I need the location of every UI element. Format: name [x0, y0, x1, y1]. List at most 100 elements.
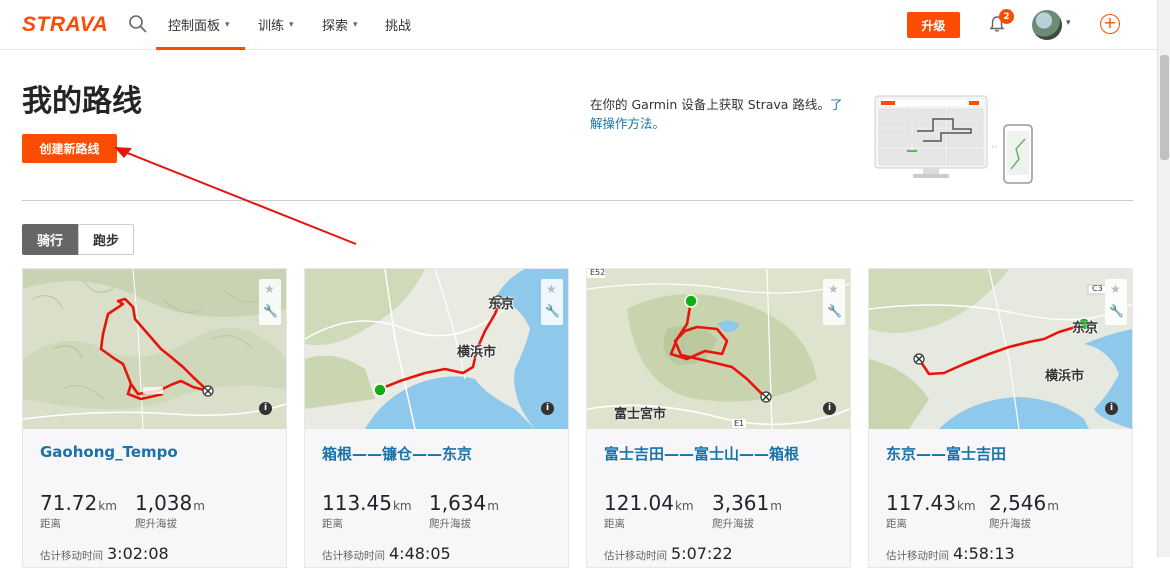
nav-explore-label: 探索: [322, 19, 349, 34]
chevron-down-icon: ▾: [225, 19, 230, 30]
chevron-down-icon: ▾: [353, 19, 358, 30]
elevation-unit: m: [1047, 499, 1059, 513]
garmin-text: 在你的 Garmin 设备上获取 Strava 路线。: [590, 97, 830, 112]
distance-label: 距离: [604, 518, 625, 530]
map-label: 东京: [1072, 321, 1099, 336]
garmin-device-illustration: ››: [874, 95, 1033, 184]
route-card[interactable]: 富士宮市 E52 E1 ★ 🔧 i 富士吉田——富士山——箱根 121.04km…: [586, 268, 851, 568]
elevation-value: 2,546: [989, 491, 1047, 515]
route-map[interactable]: 东京 横浜市 C3 ★ 🔧 i: [869, 269, 1132, 429]
moving-time-label: 估计移动时间: [886, 550, 949, 562]
distance-value: 71.72: [40, 491, 98, 515]
sport-type-toggle: 骑行 跑步: [22, 224, 134, 255]
wrench-icon[interactable]: 🔧: [545, 304, 560, 318]
moving-time: 估计移动时间 4:48:05: [322, 544, 451, 563]
upgrade-button[interactable]: 升级: [907, 12, 960, 38]
nav-training-label: 训练: [258, 19, 285, 34]
moving-time-value: 4:48:05: [389, 544, 451, 563]
tab-run[interactable]: 跑步: [78, 224, 134, 255]
moving-time-value: 5:07:22: [671, 544, 733, 563]
elevation-unit: m: [487, 499, 499, 513]
map-tools: ★ 🔧: [259, 279, 281, 325]
map-tools: ★ 🔧: [1105, 279, 1127, 325]
star-icon[interactable]: ★: [546, 282, 557, 296]
distance-unit: km: [674, 499, 694, 513]
moving-time-value: 4:58:13: [953, 544, 1015, 563]
map-tools: ★ 🔧: [823, 279, 845, 325]
distance-value: 121.04: [604, 491, 674, 515]
route-title[interactable]: 东京——富士吉田: [886, 443, 1006, 464]
distance-stat: 113.45km 距离: [322, 491, 412, 531]
info-icon[interactable]: i: [259, 402, 272, 415]
info-icon[interactable]: i: [541, 402, 554, 415]
section-divider: [22, 200, 1133, 201]
elevation-value: 1,038: [135, 491, 193, 515]
elevation-label: 爬升海拔: [429, 518, 471, 530]
search-icon[interactable]: [128, 14, 148, 34]
garmin-info-text: 在你的 Garmin 设备上获取 Strava 路线。了解操作方法。: [590, 95, 845, 133]
wrench-icon[interactable]: 🔧: [1109, 304, 1124, 318]
map-label: 东京: [488, 297, 515, 312]
scrollbar-thumb[interactable]: [1160, 55, 1169, 160]
route-card[interactable]: ★ 🔧 i Gaohong_Tempo 71.72km 距离 1,038m 爬升…: [22, 268, 287, 568]
wrench-icon[interactable]: 🔧: [827, 304, 842, 318]
elevation-value: 3,361: [712, 491, 770, 515]
strava-logo[interactable]: STRAVA: [22, 13, 108, 37]
elevation-stat: 3,361m 爬升海拔: [712, 491, 782, 531]
nav-training[interactable]: 训练 ▾: [258, 15, 294, 34]
route-card[interactable]: 东京 横浜市 ★ 🔧 i 箱根——镰仓——东京 113.45km 距离 1,63…: [304, 268, 569, 568]
moving-time: 估计移动时间 3:02:08: [40, 544, 169, 563]
nav-explore[interactable]: 探索 ▾: [322, 15, 358, 34]
route-title[interactable]: 富士吉田——富士山——箱根: [604, 443, 799, 464]
notification-badge: 2: [999, 9, 1014, 24]
distance-label: 距离: [886, 518, 907, 530]
tab-ride[interactable]: 骑行: [22, 224, 78, 255]
route-title[interactable]: Gaohong_Tempo: [40, 443, 178, 461]
star-icon[interactable]: ★: [828, 282, 839, 296]
chevron-down-icon: ▾: [289, 19, 294, 30]
wrench-icon[interactable]: 🔧: [263, 304, 278, 318]
avatar[interactable]: [1032, 10, 1062, 40]
star-icon[interactable]: ★: [1110, 282, 1121, 296]
route-map[interactable]: ★ 🔧 i: [23, 269, 286, 429]
distance-label: 距离: [322, 518, 343, 530]
elevation-label: 爬升海拔: [989, 518, 1031, 530]
road-label: C3: [1092, 284, 1103, 293]
page-title: 我的路线: [22, 84, 142, 119]
moving-time-value: 3:02:08: [107, 544, 169, 563]
top-navbar: STRAVA 控制面板 ▾ 训练 ▾ 探索 ▾ 挑战 升级 2 ▾ +: [0, 0, 1157, 50]
elevation-label: 爬升海拔: [135, 518, 177, 530]
road-label: E1: [734, 419, 745, 428]
map-label: 富士宮市: [614, 407, 667, 422]
route-map[interactable]: 富士宮市 E52 E1 ★ 🔧 i: [587, 269, 850, 429]
nav-active-indicator: [156, 47, 245, 50]
distance-value: 117.43: [886, 491, 956, 515]
distance-value: 113.45: [322, 491, 392, 515]
add-icon[interactable]: +: [1100, 14, 1120, 34]
route-card[interactable]: 东京 横浜市 C3 ★ 🔧 i 东京——富士吉田 117.43km 距离 2,5…: [868, 268, 1133, 568]
nav-dashboard[interactable]: 控制面板 ▾: [168, 15, 230, 34]
distance-stat: 121.04km 距离: [604, 491, 694, 531]
chevron-down-icon[interactable]: ▾: [1066, 18, 1071, 28]
route-map[interactable]: 东京 横浜市 ★ 🔧 i: [305, 269, 568, 429]
elevation-label: 爬升海拔: [712, 518, 754, 530]
moving-time: 估计移动时间 4:58:13: [886, 544, 1015, 563]
route-map-image: [869, 269, 1132, 429]
elevation-stat: 1,634m 爬升海拔: [429, 491, 499, 531]
moving-time-label: 估计移动时间: [40, 550, 103, 562]
moving-time-label: 估计移动时间: [322, 550, 385, 562]
page-scrollbar[interactable]: [1157, 0, 1170, 557]
star-icon[interactable]: ★: [264, 282, 275, 296]
route-title[interactable]: 箱根——镰仓——东京: [322, 443, 472, 464]
distance-stat: 71.72km 距离: [40, 491, 117, 531]
nav-challenges[interactable]: 挑战: [385, 15, 411, 34]
distance-unit: km: [956, 499, 976, 513]
info-icon[interactable]: i: [1105, 402, 1118, 415]
create-route-button[interactable]: 创建新路线: [22, 134, 117, 163]
elevation-unit: m: [770, 499, 782, 513]
moving-time-label: 估计移动时间: [604, 550, 667, 562]
distance-stat: 117.43km 距离: [886, 491, 976, 531]
elevation-stat: 2,546m 爬升海拔: [989, 491, 1059, 531]
distance-unit: km: [392, 499, 412, 513]
info-icon[interactable]: i: [823, 402, 836, 415]
